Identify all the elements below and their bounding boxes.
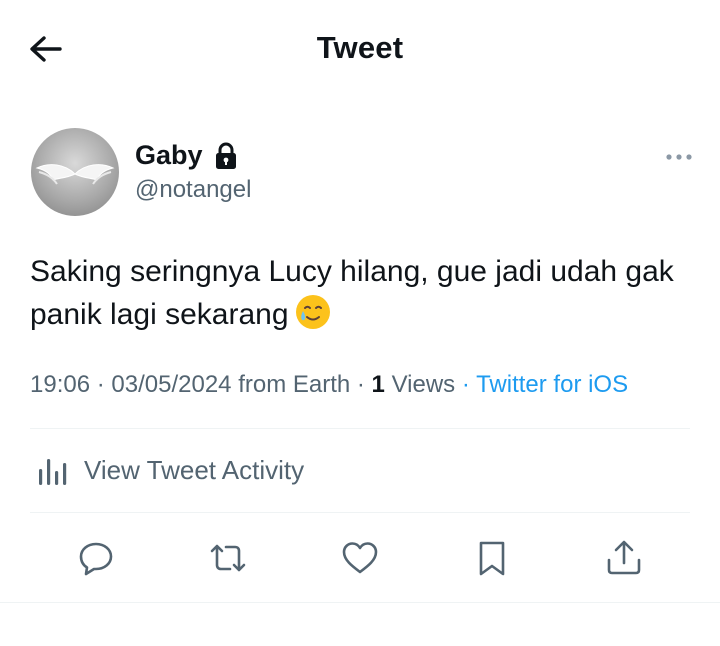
reply-button[interactable]: [68, 530, 124, 586]
divider: [30, 512, 690, 513]
author-handle[interactable]: @notangel: [135, 176, 251, 204]
angel-wings-avatar: [35, 164, 115, 185]
tweet-location: from Earth: [238, 371, 351, 398]
author-name[interactable]: Gaby: [135, 140, 203, 171]
retweet-button[interactable]: [200, 530, 256, 586]
avatar[interactable]: [31, 128, 119, 216]
tweet-source[interactable]: Twitter for iOS: [476, 371, 628, 398]
tweet-time[interactable]: 19:06: [30, 371, 90, 398]
bookmark-icon: [479, 541, 505, 576]
like-button[interactable]: [332, 530, 388, 586]
view-tweet-activity-label: View Tweet Activity: [84, 454, 305, 485]
more-horizontal-icon: [666, 154, 692, 160]
share-icon: [607, 540, 641, 575]
tweet-text: Saking seringnya Lucy hilang, gue jadi u…: [30, 255, 674, 331]
analytics-icon: [39, 459, 67, 485]
page-title: Tweet: [316, 30, 404, 65]
author-name-row: Gaby: [135, 140, 239, 171]
tweet-date[interactable]: 03/05/2024: [111, 371, 231, 398]
retweet-icon: [210, 544, 246, 572]
tweet-actions-bar: [0, 530, 720, 590]
views-count: 1: [371, 371, 385, 398]
tweet-meta: 19:06 · 03/05/2024 from Earth · 1 Views …: [30, 371, 629, 398]
views-label: Views: [391, 371, 456, 398]
share-button[interactable]: [596, 530, 652, 586]
top-bar: Tweet: [0, 0, 720, 100]
like-icon: [342, 542, 378, 574]
view-tweet-activity-button[interactable]: View Tweet Activity: [30, 440, 304, 500]
smiling-face-with-tear-emoji: [295, 295, 330, 329]
divider: [30, 428, 690, 429]
lock-icon: [215, 142, 236, 169]
more-options-button[interactable]: [660, 144, 700, 170]
reply-icon: [79, 542, 113, 576]
bookmark-button[interactable]: [464, 530, 520, 586]
tweet-body: Saking seringnya Lucy hilang, gue jadi u…: [30, 250, 700, 336]
divider: [0, 602, 720, 603]
